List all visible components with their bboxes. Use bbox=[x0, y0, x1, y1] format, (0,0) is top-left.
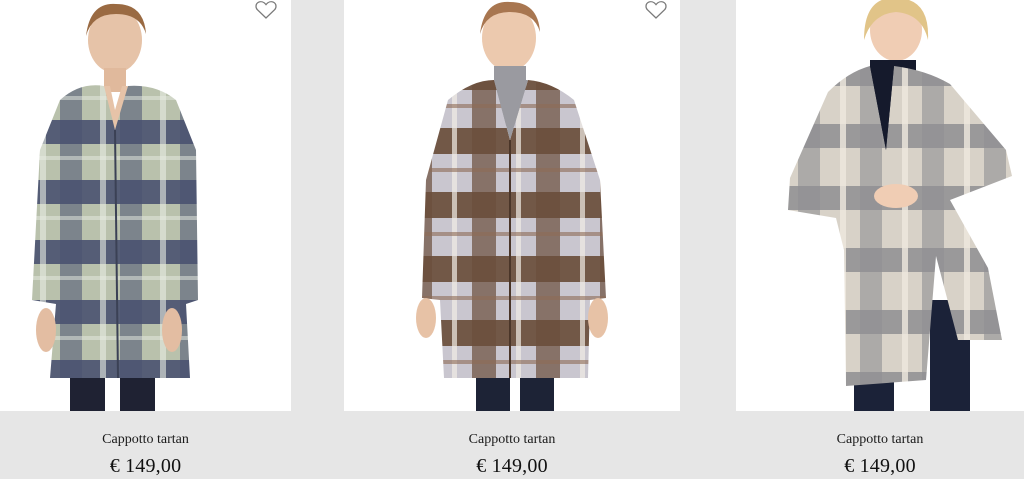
product-price: € 149,00 bbox=[109, 455, 182, 477]
product-image[interactable] bbox=[0, 0, 291, 411]
product-name[interactable]: Cappotto tartan bbox=[344, 432, 680, 448]
product-card[interactable]: Cappotto tartan € 149,00 bbox=[344, 0, 680, 479]
wishlist-button[interactable] bbox=[255, 0, 277, 20]
product-card[interactable]: Cappotto tartan € 149,00 bbox=[736, 0, 1024, 479]
product-image[interactable] bbox=[344, 0, 680, 411]
product-name[interactable]: Cappotto tartan bbox=[0, 432, 291, 448]
product-grid: Cappotto tartan € 149,00 Cappotto tartan… bbox=[0, 0, 1024, 479]
heart-outline-icon bbox=[645, 1, 667, 19]
heart-outline-icon bbox=[255, 1, 277, 19]
wishlist-button[interactable] bbox=[645, 0, 667, 20]
product-image[interactable] bbox=[736, 0, 1024, 411]
product-card[interactable]: Cappotto tartan € 149,00 bbox=[0, 0, 291, 479]
product-name[interactable]: Cappotto tartan bbox=[736, 432, 1024, 448]
product-price: € 149,00 bbox=[844, 455, 916, 477]
product-price: € 149,00 bbox=[476, 455, 548, 477]
